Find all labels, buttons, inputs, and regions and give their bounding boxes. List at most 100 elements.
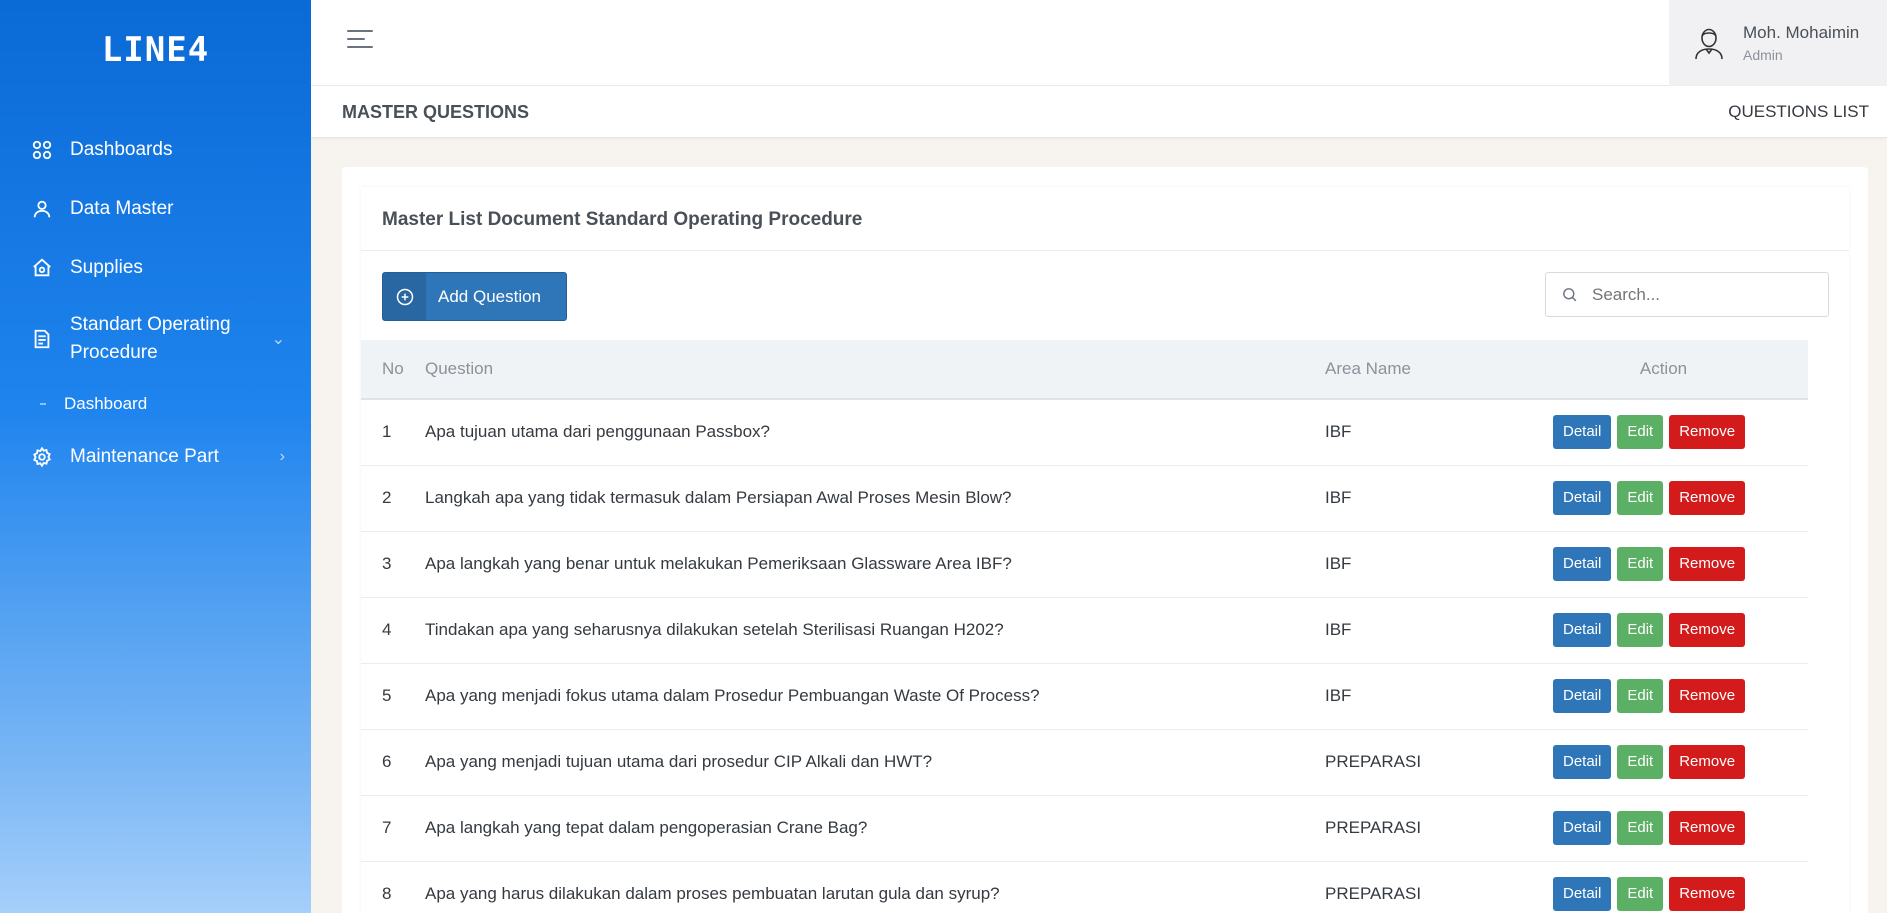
- column-header-question[interactable]: Question: [425, 340, 1325, 400]
- table-row: 6 Apa yang menjadi tujuan utama dari pros…: [361, 729, 1808, 796]
- chevron-down-icon: ⌄: [271, 331, 285, 348]
- page-title: MASTER QUESTIONS: [342, 102, 530, 122]
- cell-question: Apa yang menjadi tujuan utama dari prose…: [425, 729, 1325, 796]
- search-input[interactable]: [1592, 284, 1812, 305]
- chevron-right-icon: ›: [279, 447, 285, 465]
- sidebar-item-data-master[interactable]: Data Master: [0, 179, 311, 238]
- table-row: 2 Langkah apa yang tidak termasuk dalam P…: [361, 465, 1808, 532]
- edit-button[interactable]: Edit: [1617, 745, 1664, 779]
- search-box: [1545, 272, 1829, 317]
- table-row: 3 Apa langkah yang benar untuk melakukan …: [361, 531, 1808, 598]
- sidebar-subitem-label: Dashboard: [64, 394, 148, 413]
- sidebar-item-sop[interactable]: Standart Operating Procedure ⌄: [0, 297, 311, 381]
- column-header-no[interactable]: No: [361, 340, 425, 400]
- store-icon: [30, 256, 54, 280]
- cell-no: 1: [361, 399, 425, 466]
- bullet-dash-icon: [40, 403, 46, 405]
- cell-actions: Detail Edit Remove: [1519, 795, 1808, 862]
- page-heading: MASTER QUESTIONS QUESTIONS LIST: [311, 86, 1887, 138]
- edit-button[interactable]: Edit: [1617, 811, 1664, 845]
- sidebar: LINE4 Dashboards Data Master Supplies St…: [0, 0, 311, 913]
- sidebar-item-label: Dashboards: [70, 138, 173, 160]
- edit-button[interactable]: Edit: [1617, 679, 1664, 713]
- detail-button[interactable]: Detail: [1553, 547, 1612, 581]
- sidebar-item-dashboards[interactable]: Dashboards: [0, 120, 311, 179]
- questions-card: Master List Document Standard Operating …: [361, 187, 1849, 913]
- remove-button[interactable]: Remove: [1669, 811, 1746, 845]
- cell-no: 2: [361, 465, 425, 532]
- cell-area: IBF: [1325, 531, 1519, 598]
- grid-icon: [30, 138, 54, 162]
- detail-button[interactable]: Detail: [1553, 811, 1612, 845]
- cell-area: PREPARASI: [1325, 729, 1519, 796]
- cell-no: 4: [361, 597, 425, 664]
- table-row: 5 Apa yang menjadi fokus utama dalam Pros…: [361, 663, 1808, 730]
- cell-actions: Detail Edit Remove: [1519, 531, 1808, 598]
- sidebar-nav: Dashboards Data Master Supplies Standart…: [0, 120, 311, 486]
- cell-question: Tindakan apa yang seharusnya dilakukan s…: [425, 597, 1325, 664]
- edit-button[interactable]: Edit: [1617, 481, 1664, 515]
- questions-table: No Question Area Name Action 1 Apa tujuan…: [361, 340, 1808, 913]
- cell-question: Apa yang harus dilakukan dalam proses pe…: [425, 861, 1325, 913]
- remove-button[interactable]: Remove: [1669, 415, 1746, 450]
- user-role: Admin: [1743, 47, 1783, 63]
- edit-button[interactable]: Edit: [1617, 613, 1664, 647]
- cell-area: PREPARASI: [1325, 861, 1519, 913]
- detail-button[interactable]: Detail: [1553, 877, 1612, 911]
- sidebar-item-label: Supplies: [70, 256, 143, 278]
- edit-button[interactable]: Edit: [1617, 547, 1664, 581]
- gear-icon: [30, 445, 54, 469]
- edit-button[interactable]: Edit: [1617, 877, 1664, 911]
- cell-actions: Detail Edit Remove: [1519, 729, 1808, 796]
- table-row: 1 Apa tujuan utama dari penggunaan Passbo…: [361, 399, 1808, 466]
- cell-question: Apa yang menjadi fokus utama dalam Prose…: [425, 663, 1325, 730]
- sidebar-item-label: Standart Operating Procedure: [70, 314, 231, 363]
- cell-no: 3: [361, 531, 425, 598]
- cell-question: Apa langkah yang tepat dalam pengoperasi…: [425, 795, 1325, 862]
- avatar-icon: [1693, 26, 1725, 60]
- add-question-label: Add Question: [438, 286, 542, 306]
- detail-button[interactable]: Detail: [1553, 481, 1612, 515]
- edit-button[interactable]: Edit: [1617, 415, 1664, 450]
- cell-actions: Detail Edit Remove: [1519, 399, 1808, 466]
- cell-question: Apa tujuan utama dari penggunaan Passbox…: [425, 399, 1325, 466]
- cell-no: 5: [361, 663, 425, 730]
- table-row: 8 Apa yang harus dilakukan dalam proses p…: [361, 861, 1808, 913]
- cell-area: IBF: [1325, 465, 1519, 532]
- detail-button[interactable]: Detail: [1553, 745, 1612, 779]
- detail-button[interactable]: Detail: [1553, 679, 1612, 713]
- cell-no: 8: [361, 861, 425, 913]
- sidebar-item-label: Data Master: [70, 197, 174, 219]
- column-header-action: Action: [1519, 340, 1808, 400]
- cell-question: Langkah apa yang tidak termasuk dalam Pe…: [425, 465, 1325, 532]
- user-menu[interactable]: Moh. Mohaimin Admin: [1669, 0, 1887, 86]
- breadcrumb[interactable]: QUESTIONS LIST: [1728, 102, 1869, 122]
- add-question-button[interactable]: Add Question: [382, 272, 567, 321]
- cell-no: 6: [361, 729, 425, 796]
- search-icon: [1546, 286, 1592, 303]
- plus-circle-icon: [383, 273, 426, 320]
- cell-area: IBF: [1325, 663, 1519, 730]
- app-logo[interactable]: LINE4: [0, 30, 311, 70]
- cell-actions: Detail Edit Remove: [1519, 465, 1808, 532]
- column-header-area[interactable]: Area Name: [1325, 340, 1519, 400]
- detail-button[interactable]: Detail: [1553, 613, 1612, 647]
- card-title: Master List Document Standard Operating …: [361, 187, 1849, 251]
- menu-toggle-icon[interactable]: [347, 30, 373, 52]
- remove-button[interactable]: Remove: [1669, 613, 1746, 647]
- cell-area: IBF: [1325, 399, 1519, 466]
- detail-button[interactable]: Detail: [1553, 415, 1612, 450]
- sidebar-subitem-dashboard[interactable]: Dashboard: [0, 381, 311, 427]
- table-row: 4 Tindakan apa yang seharusnya dilakukan …: [361, 597, 1808, 664]
- remove-button[interactable]: Remove: [1669, 679, 1746, 713]
- remove-button[interactable]: Remove: [1669, 547, 1746, 581]
- sidebar-item-maintenance-part[interactable]: Maintenance Part ›: [0, 427, 311, 486]
- cell-question: Apa langkah yang benar untuk melakukan P…: [425, 531, 1325, 598]
- remove-button[interactable]: Remove: [1669, 745, 1746, 779]
- table-header-row: No Question Area Name Action: [361, 340, 1808, 400]
- document-icon: [30, 327, 54, 351]
- remove-button[interactable]: Remove: [1669, 877, 1746, 911]
- user-name: Moh. Mohaimin: [1743, 23, 1860, 42]
- sidebar-item-supplies[interactable]: Supplies: [0, 238, 311, 297]
- remove-button[interactable]: Remove: [1669, 481, 1746, 515]
